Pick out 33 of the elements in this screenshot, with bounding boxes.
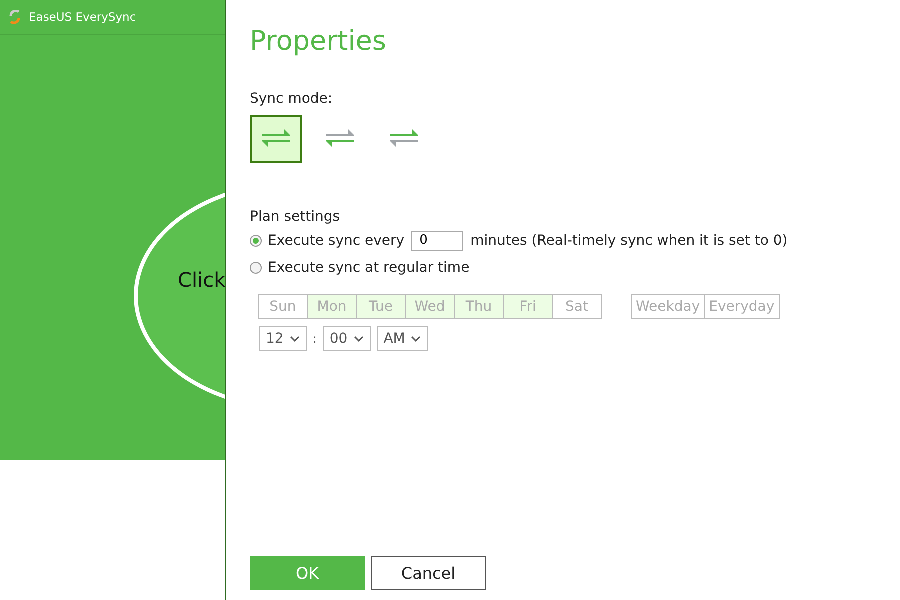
hour-select[interactable]: 12 xyxy=(259,326,307,351)
preset-button[interactable]: Everyday xyxy=(704,294,780,319)
day-toggle[interactable]: Tue xyxy=(356,294,406,319)
logo-icon xyxy=(9,10,21,24)
cancel-button[interactable]: Cancel xyxy=(371,556,486,590)
plan-settings-label: Plan settings xyxy=(250,209,342,225)
day-toggle[interactable]: Sat xyxy=(552,294,602,319)
period-select[interactable]: AM xyxy=(376,326,428,351)
day-toggle[interactable]: Fri xyxy=(503,294,553,319)
minute-select[interactable]: 00 xyxy=(322,326,371,351)
preset-button[interactable]: Weekday xyxy=(631,294,706,319)
radio-button[interactable] xyxy=(250,262,262,274)
minutes-field[interactable]: 0 xyxy=(410,230,463,250)
sync-arrows-icon xyxy=(326,129,354,149)
caret-icon xyxy=(411,336,422,342)
sync-arrows-icon xyxy=(390,129,418,149)
sync-mode-label: Sync mode: xyxy=(250,91,334,107)
ok-button[interactable]: OK xyxy=(250,556,365,590)
caret-icon xyxy=(290,336,300,342)
app-title: EaseUS EverySync xyxy=(29,10,136,24)
radio-button[interactable] xyxy=(250,234,262,246)
sync-mode-button[interactable] xyxy=(250,115,302,163)
dialog-title: Properties xyxy=(250,26,388,57)
day-toggle[interactable]: Mon xyxy=(307,294,357,319)
time-separator: : xyxy=(312,332,317,346)
minutes-note: minutes (Real-timely sync when it is set to 0) xyxy=(470,232,788,248)
sync-arrows-icon xyxy=(262,129,290,149)
day-toggle[interactable]: Thu xyxy=(454,294,504,319)
caret-icon xyxy=(354,336,364,342)
day-toggle[interactable]: Sun xyxy=(258,294,308,319)
option-label: Execute sync at regular time xyxy=(268,260,470,276)
option-label: Execute sync every xyxy=(268,232,405,248)
day-toggle[interactable]: Wed xyxy=(405,294,455,319)
